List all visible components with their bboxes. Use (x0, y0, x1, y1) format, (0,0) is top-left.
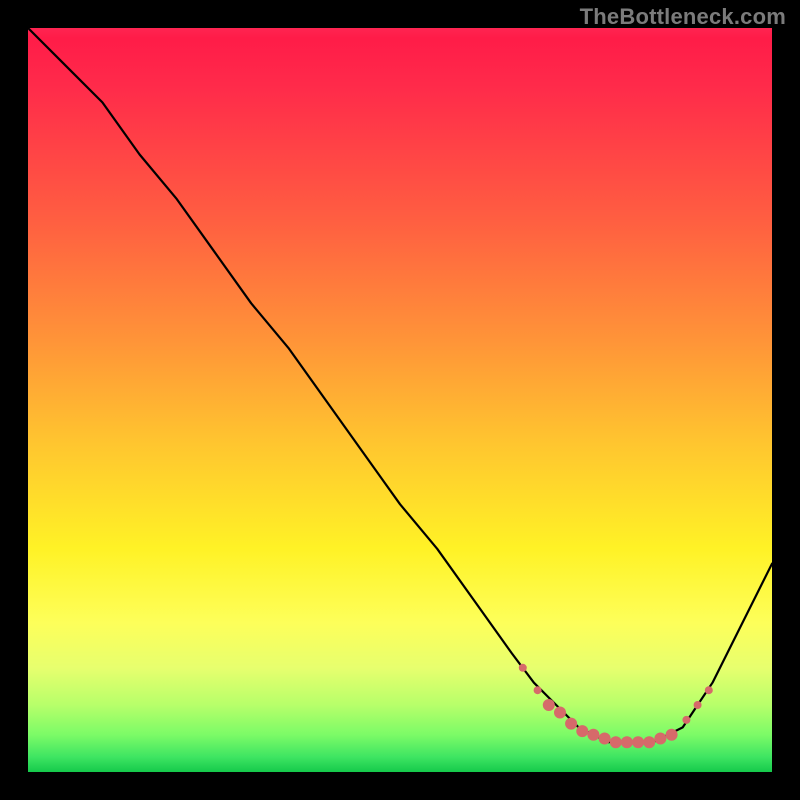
heatmap-gradient (28, 28, 772, 772)
attribution-label: TheBottleneck.com (580, 4, 786, 30)
plot-area (28, 28, 772, 772)
chart-container: TheBottleneck.com (0, 0, 800, 800)
